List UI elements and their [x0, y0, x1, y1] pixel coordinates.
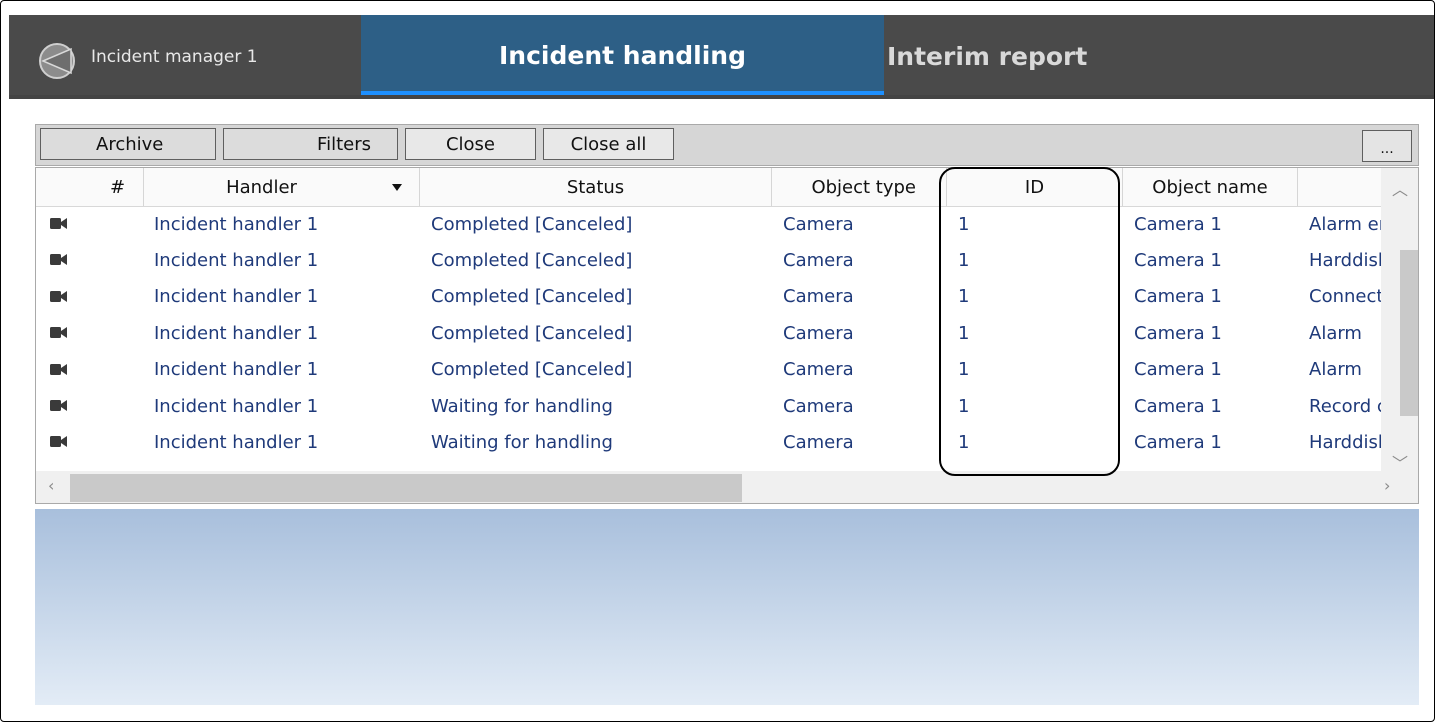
toolbar: Archive Filters Close Close all ... [35, 124, 1419, 166]
object-type-cell: Camera [783, 286, 854, 308]
table-row[interactable]: Incident handler 1 Completed [Canceled] Ca… [36, 242, 1381, 278]
status-cell: Completed [Canceled] [431, 286, 633, 308]
tab-label: Incident handling [499, 40, 746, 70]
handler-cell: Incident handler 1 [154, 431, 319, 453]
table-row[interactable]: Incident handler 1 Completed [Canceled] Ca… [36, 315, 1381, 351]
camera-icon [50, 327, 67, 339]
table-row[interactable]: Incident handler 1 Completed [Canceled] Ca… [36, 206, 1381, 242]
handler-cell: Incident handler 1 [154, 359, 319, 381]
tab-incident-handling[interactable]: Incident handling [361, 15, 884, 95]
object-name-cell: Camera 1 [1134, 322, 1222, 344]
handler-cell: Incident handler 1 [154, 249, 319, 271]
column-header-handler[interactable]: Handler [144, 168, 420, 206]
event-cell: Alarm er [1309, 213, 1381, 235]
id-cell: 1 [958, 359, 970, 381]
scroll-left-icon[interactable]: ‹ [48, 476, 54, 495]
app-title: Incident manager 1 [91, 47, 258, 67]
object-name-cell: Camera 1 [1134, 359, 1222, 381]
table-row[interactable]: Incident handler 1 Completed [Canceled] Ca… [36, 279, 1381, 315]
id-cell: 1 [958, 249, 970, 271]
tab-interim-report[interactable]: Interim report [887, 42, 1087, 71]
close-button[interactable]: Close [405, 128, 536, 160]
event-cell: Alarm [1309, 322, 1362, 344]
camera-icon [50, 218, 67, 229]
detail-panel [35, 509, 1419, 705]
sort-down-icon[interactable] [392, 184, 402, 191]
handler-cell: Incident handler 1 [154, 395, 319, 417]
handler-cell: Incident handler 1 [154, 286, 319, 308]
vertical-scroll-thumb[interactable] [1400, 250, 1418, 416]
object-name-cell: Camera 1 [1134, 213, 1222, 235]
incidents-table: # Handler Status Object type ID Object n… [35, 167, 1419, 504]
app-logo-icon [39, 43, 75, 79]
column-header-event[interactable] [1298, 168, 1381, 206]
scroll-up-icon[interactable]: ︿ [1392, 176, 1408, 200]
status-cell: Completed [Canceled] [431, 213, 633, 235]
column-header-id[interactable]: ID [947, 168, 1123, 206]
object-type-cell: Camera [783, 395, 854, 417]
scroll-right-icon[interactable]: › [1384, 476, 1390, 495]
camera-icon [50, 363, 67, 375]
more-options-button[interactable]: ... [1362, 130, 1412, 162]
status-cell: Waiting for handling [431, 431, 613, 453]
id-cell: 1 [958, 213, 970, 235]
id-cell: 1 [958, 395, 970, 417]
camera-icon [50, 400, 67, 411]
camera-icon [50, 436, 67, 448]
table-row[interactable]: Incident handler 1 Waiting for handling Ca… [36, 424, 1381, 460]
app-window: Incident manager 1 Incident handling Int… [0, 0, 1435, 722]
table-header: # Handler Status Object type ID Object n… [36, 168, 1381, 207]
id-cell: 1 [958, 322, 970, 344]
column-header-object-name[interactable]: Object name [1123, 168, 1298, 206]
object-type-cell: Camera [783, 322, 854, 344]
event-cell: Alarm [1309, 359, 1362, 381]
handler-cell: Incident handler 1 [154, 213, 319, 235]
table-row[interactable]: Incident handler 1 Completed [Canceled] Ca… [36, 352, 1381, 388]
top-bar: Incident manager 1 Incident handling Int… [9, 15, 1434, 99]
object-type-cell: Camera [783, 431, 854, 453]
status-cell: Waiting for handling [431, 395, 613, 417]
column-header-status[interactable]: Status [420, 168, 772, 206]
camera-icon [50, 254, 67, 266]
status-cell: Completed [Canceled] [431, 249, 633, 271]
close-all-button[interactable]: Close all [543, 128, 674, 160]
filters-button[interactable]: Filters [223, 128, 398, 160]
top-bar-divider [9, 95, 1434, 99]
object-type-cell: Camera [783, 213, 854, 235]
event-cell: Harddisk [1309, 431, 1381, 453]
column-header-icon [36, 168, 92, 206]
archive-button[interactable]: Archive [40, 128, 216, 160]
event-cell: Record c [1309, 395, 1381, 417]
object-type-cell: Camera [783, 359, 854, 381]
horizontal-scroll-thumb[interactable] [70, 474, 742, 502]
object-name-cell: Camera 1 [1134, 395, 1222, 417]
id-cell: 1 [958, 286, 970, 308]
column-header-number[interactable]: # [92, 168, 144, 206]
event-cell: Connect [1309, 286, 1381, 308]
event-cell: Harddisk [1309, 249, 1381, 271]
object-name-cell: Camera 1 [1134, 249, 1222, 271]
object-name-cell: Camera 1 [1134, 286, 1222, 308]
camera-icon [50, 290, 67, 302]
handler-cell: Incident handler 1 [154, 322, 319, 344]
column-header-object-type[interactable]: Object type [772, 168, 947, 206]
status-cell: Completed [Canceled] [431, 322, 633, 344]
object-type-cell: Camera [783, 249, 854, 271]
object-name-cell: Camera 1 [1134, 431, 1222, 453]
table-row[interactable]: Incident handler 1 Waiting for handling Ca… [36, 388, 1381, 424]
status-cell: Completed [Canceled] [431, 359, 633, 381]
id-cell: 1 [958, 431, 970, 453]
